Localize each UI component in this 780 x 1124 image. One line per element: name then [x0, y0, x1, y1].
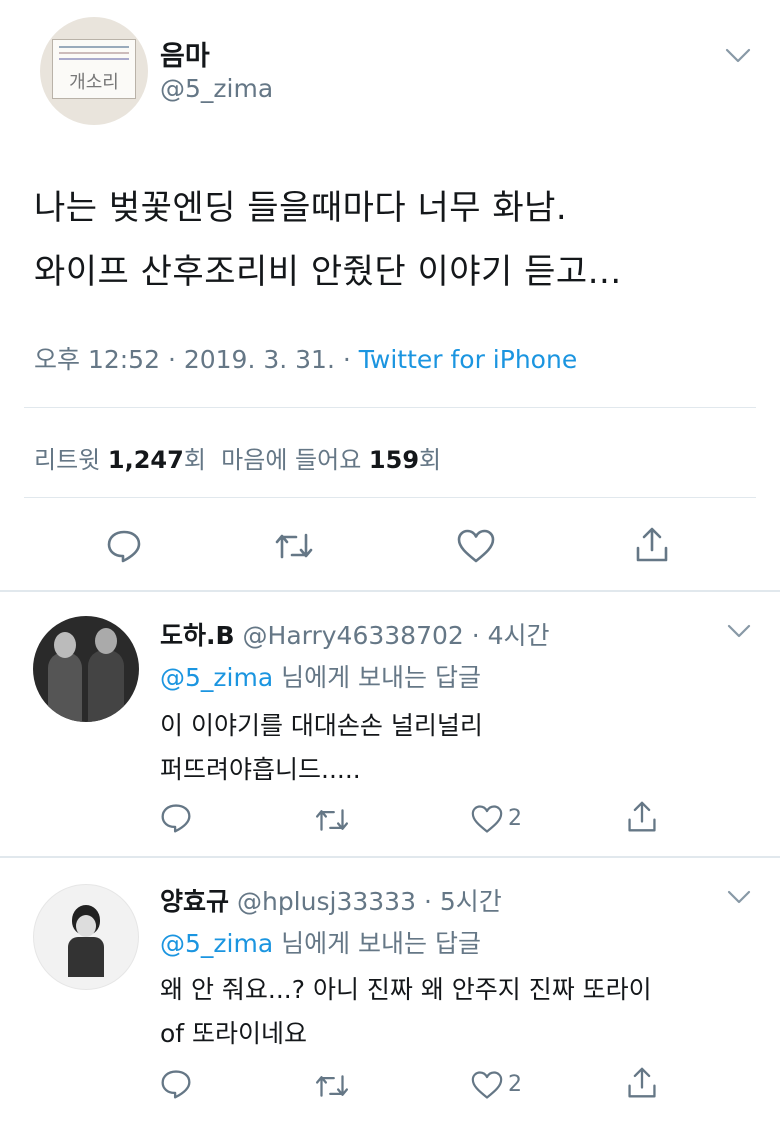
retweet-icon[interactable] — [274, 530, 314, 562]
reply-time: · 5시간 — [423, 887, 502, 916]
chevron-down-icon[interactable] — [727, 624, 751, 639]
reply-text-line-2: of 또라이네요 — [160, 1019, 308, 1048]
like-count[interactable]: 159 — [369, 446, 419, 474]
reply-handle[interactable]: @hplusj33333 — [237, 887, 416, 916]
reply-header: 도하.B @Harry46338702 · 4시간 — [160, 616, 550, 652]
reply-context: @5_zima 님에게 보내는 답글 — [160, 924, 481, 960]
like-icon[interactable] — [470, 804, 504, 834]
tweet-meta: 오후 12:52 · 2019. 3. 31. · Twitter for iP… — [34, 340, 577, 376]
retweet-icon[interactable] — [314, 806, 350, 834]
like-unit: 회 — [419, 446, 442, 474]
reply-to-handle[interactable]: @5_zima — [160, 929, 273, 958]
reply-time: · 4시간 — [471, 621, 550, 650]
reply-icon[interactable] — [106, 528, 142, 564]
tweet-source-link[interactable]: Twitter for iPhone — [359, 345, 577, 374]
like-count: 2 — [508, 806, 522, 831]
avatar[interactable]: 개소리 — [40, 17, 148, 125]
reply-to-label: 님에게 보내는 답글 — [281, 929, 482, 958]
reply-icon[interactable] — [160, 802, 192, 834]
reply-handle[interactable]: @Harry46338702 — [243, 621, 464, 650]
reply-display-name[interactable]: 도하.B — [160, 621, 235, 650]
share-icon[interactable] — [626, 800, 658, 834]
chevron-down-icon[interactable] — [727, 890, 751, 905]
divider — [0, 590, 780, 592]
divider — [0, 856, 780, 858]
like-icon[interactable] — [470, 1070, 504, 1100]
retweet-unit: 회 — [183, 446, 206, 474]
like-label[interactable]: 마음에 들어요 — [221, 446, 361, 474]
display-name[interactable]: 음마 — [160, 34, 210, 73]
tweet-text-line-1: 나는 벚꽃엔딩 들을때마다 너무 화남. — [34, 188, 568, 228]
reply-text-line-1: 왜 안 줘요...? 아니 진짜 왜 안주지 진짜 또라이 — [160, 975, 652, 1004]
engagement-stats: 리트윗 1,247회 마음에 들어요 159회 — [34, 440, 441, 475]
retweet-icon[interactable] — [314, 1072, 350, 1100]
reply-to-handle[interactable]: @5_zima — [160, 663, 273, 692]
chevron-down-icon[interactable] — [725, 48, 751, 64]
avatar-sign-text: 개소리 — [69, 72, 119, 93]
share-icon[interactable] — [626, 1066, 658, 1100]
tweet-timestamp[interactable]: 오후 12:52 · 2019. 3. 31. · — [34, 345, 359, 374]
reply-text-line-1: 이 이야기를 대대손손 널리널리 — [160, 711, 483, 740]
like-count: 2 — [508, 1072, 522, 1097]
reply-icon[interactable] — [160, 1068, 192, 1100]
divider — [24, 407, 756, 408]
handle[interactable]: @5_zima — [160, 74, 273, 103]
reply-to-label: 님에게 보내는 답글 — [281, 663, 482, 692]
reply-text-line-2: 퍼뜨려야흡니드..... — [160, 755, 361, 784]
retweet-label[interactable]: 리트윗 — [34, 446, 100, 474]
retweet-count[interactable]: 1,247 — [108, 446, 184, 474]
reply-display-name[interactable]: 양효규 — [160, 887, 229, 916]
avatar[interactable] — [33, 884, 139, 990]
tweet-text-line-2: 와이프 산후조리비 안줬단 이야기 듣고... — [34, 252, 622, 292]
avatar[interactable] — [33, 616, 139, 722]
reply-header: 양효규 @hplusj33333 · 5시간 — [160, 882, 502, 918]
reply-context: @5_zima 님에게 보내는 답글 — [160, 658, 481, 694]
share-icon[interactable] — [634, 526, 670, 564]
like-icon[interactable] — [456, 528, 496, 564]
divider — [24, 497, 756, 498]
